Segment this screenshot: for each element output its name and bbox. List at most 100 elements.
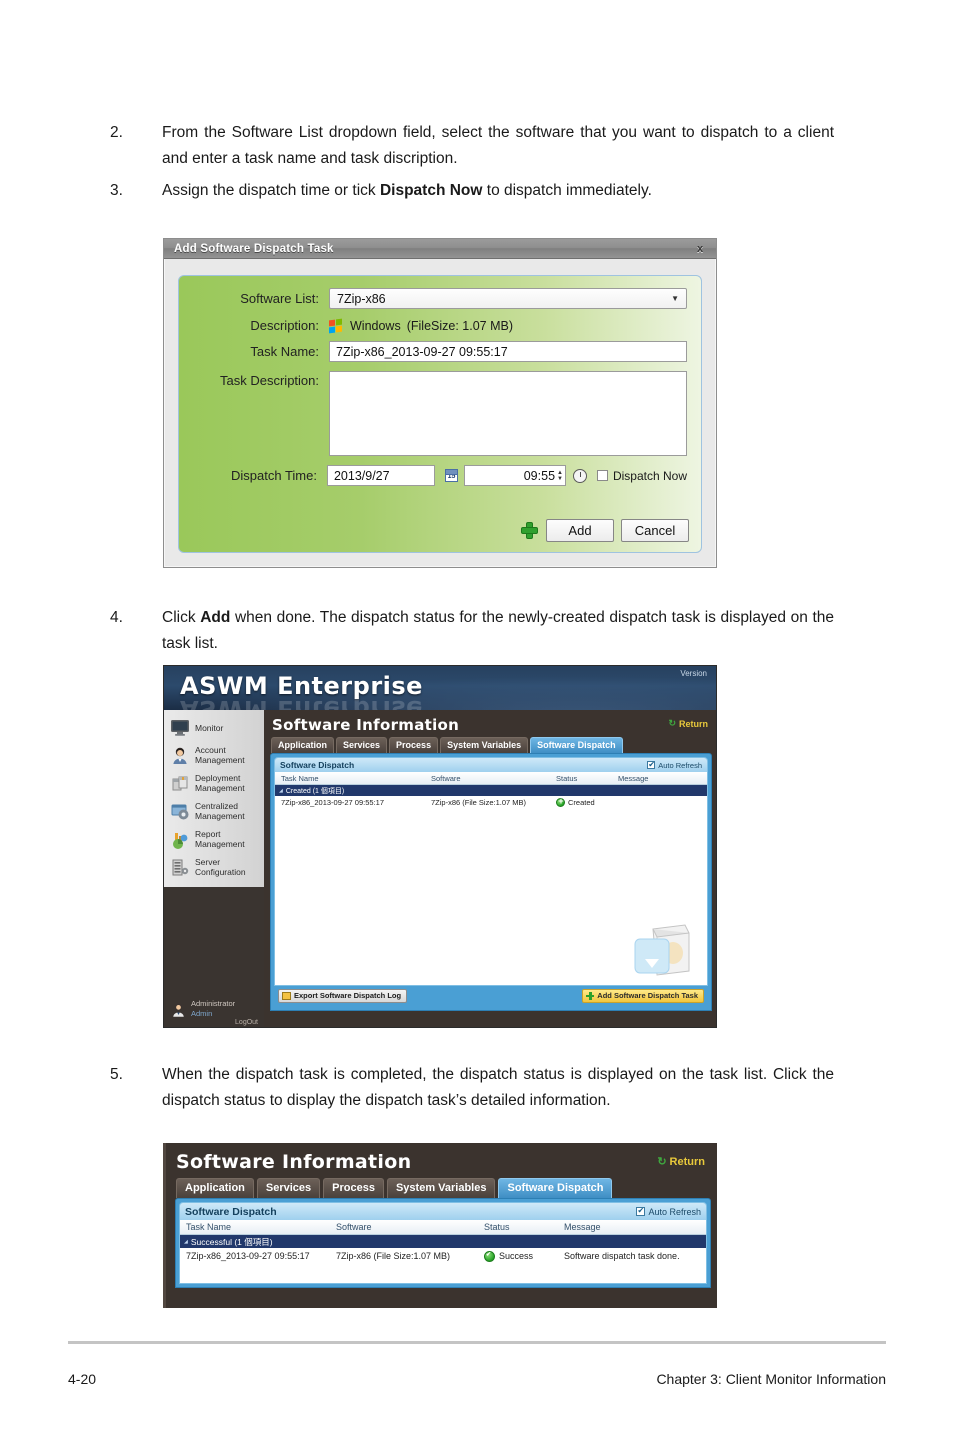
sidebar-item-monitor[interactable]: Monitor [164,714,264,741]
sidebar-item-centralized-management-label: Centralized Management [195,801,245,821]
description-row: Description: Windows (FileSize: 1.07 MB) [193,318,687,333]
panel-header: Software Dispatch Auto Refresh [274,757,708,772]
export-software-dispatch-log-button[interactable]: Export Software Dispatch Log [278,989,408,1003]
created-status-icon [556,796,565,807]
dispatch-time-label: Dispatch Time: [230,468,317,483]
dispatch-now-checkbox[interactable] [596,470,608,481]
step-2-text: From the Software List dropdown field, s… [162,124,834,167]
chevron-down-icon: ◢ [184,1238,188,1245]
monitor-icon [170,718,190,737]
panel-title-2: Software Dispatch [185,1205,277,1218]
dispatch-now-label: Dispatch Now [612,468,687,483]
content-area-2: Software Information ↻ Return Applicatio… [166,1143,717,1308]
cell-status-label: Created [568,798,595,807]
sidebar-item-report-management[interactable]: Report Management [164,825,264,853]
tab-software-dispatch-2[interactable]: Software Dispatch [498,1178,613,1198]
task-name-label: Task Name: [250,344,319,359]
aswm-enterprise-window: ASWM Enterprise ASWM Enterprise Version … [163,665,717,1028]
version-label: Version [680,669,707,678]
return-button[interactable]: ↻ Return [668,718,708,729]
clock-icon[interactable] [572,468,587,483]
software-list-label: Software List: [240,291,319,306]
admin-name: Admin [191,1009,213,1018]
close-icon[interactable]: x [693,242,707,256]
column-task-name: Task Name [281,773,319,783]
tab-system-variables[interactable]: System Variables [440,737,529,753]
tab-services-2[interactable]: Services [256,1178,321,1198]
avatar [170,1001,187,1018]
app-banner: ASWM Enterprise ASWM Enterprise Version [164,666,716,710]
windows-logo-icon [329,318,344,333]
sidebar-item-centralized-management[interactable]: Centralized Management [164,797,264,825]
software-list-value: 7Zip-x86 [337,291,386,306]
tab-software-dispatch[interactable]: Software Dispatch [530,737,623,753]
chevron-down-icon: ◢ [279,787,283,794]
tab-application[interactable]: Application [271,737,334,753]
table-empty-area [275,809,707,985]
group-row[interactable]: ◢ Created (1 個項目) [275,785,707,796]
step-4: 4. Click Add when done. The dispatch sta… [110,605,840,657]
add-button-label: Add Software Dispatch Task [597,991,698,1000]
sidebar-item-account-management[interactable]: Account Management [164,741,264,769]
column-message-2: Message [564,1222,601,1232]
page-title: Software Information [272,716,460,734]
return-button-2[interactable]: ↻ Return [657,1155,705,1169]
admin-role: Administrator [191,999,236,1008]
auto-refresh-checkbox[interactable] [647,760,656,769]
tab-application-2[interactable]: Application [176,1178,254,1198]
auto-refresh-group[interactable]: Auto Refresh [647,760,702,770]
description-label: Description: [250,318,319,333]
task-name-input[interactable]: 7Zip-x86_2013-09-27 09:55:17 [329,341,687,362]
table-row[interactable]: 7Zip-x86_2013-09-27 09:55:17 7Zip-x86 (F… [275,796,707,809]
add-button[interactable]: Add [546,519,614,542]
task-description-label: Task Description: [220,373,319,388]
software-list-select[interactable]: 7Zip-x86 ▼ [329,288,687,309]
table-row-2[interactable]: 7Zip-x86_2013-09-27 09:55:17 7Zip-x86 (F… [180,1248,706,1264]
calendar-icon[interactable]: 15 [444,469,458,482]
tab-process-2[interactable]: Process [323,1178,384,1198]
auto-refresh-group-2[interactable]: Auto Refresh [636,1206,701,1217]
sidebar-nav: Monitor Account Management Deployment Ma… [164,710,264,887]
column-status-2: Status [484,1222,510,1232]
software-dispatch-panel-2: Software Dispatch Auto Refresh Task Name… [175,1198,711,1288]
app-logo-reflection: ASWM Enterprise [180,695,423,710]
task-name-row: Task Name: 7Zip-x86_2013-09-27 09:55:17 [193,341,687,362]
server-icon [170,858,190,877]
page-title-2: Software Information [176,1151,412,1173]
table-header-row-2: Task Name Software Status Message [180,1220,706,1235]
cancel-button[interactable]: Cancel [621,519,689,542]
dispatch-date-input[interactable]: 2013/9/27 [326,465,435,486]
step-3-text: Assign the dispatch time or tick Dispatc… [162,182,652,199]
add-software-dispatch-task-button[interactable]: Add Software Dispatch Task [582,989,704,1003]
cell-software-2: 7Zip-x86 (File Size:1.07 MB) [336,1251,451,1261]
dispatch-time-input[interactable]: 09:55 ▲ ▼ [463,465,566,486]
step-4-number: 4. [110,609,123,626]
dialog-form-panel: Software List: 7Zip-x86 ▼ Description: W… [178,275,702,553]
software-dispatch-panel: Software Dispatch Auto Refresh Task Name… [270,753,712,1011]
group-row-2[interactable]: ◢ Successful (1 個項目) [180,1235,706,1248]
group-row-label-2: Successful (1 個項目) [190,1236,273,1247]
dispatch-table-2: Task Name Software Status Message ◢ Succ… [179,1220,707,1284]
table-header-row: Task Name Software Status Message [275,772,707,785]
tab-bar: Application Services Process System Vari… [264,737,716,753]
return-label-2: Return [669,1155,705,1168]
add-software-dispatch-task-dialog: Add Software Dispatch Task x Software Li… [163,238,717,568]
tab-system-variables-2[interactable]: System Variables [386,1178,496,1198]
sidebar-item-server-configuration[interactable]: Server Configuration [164,853,264,881]
description-value: Windows (FileSize: 1.07 MB) [329,318,687,333]
refresh-icon: ↻ [657,1156,667,1168]
task-description-textarea[interactable] [329,371,687,456]
logout-link[interactable]: LogOut [170,1019,258,1026]
tab-services[interactable]: Services [336,737,388,753]
cell-status[interactable]: Created [550,796,612,807]
cell-status-2[interactable]: Success [478,1250,558,1262]
time-stepper[interactable]: ▲ ▼ [557,470,563,482]
column-task-name-2: Task Name [186,1222,232,1232]
tab-process[interactable]: Process [389,737,439,753]
sidebar-item-deployment-management[interactable]: Deployment Management [164,769,264,797]
user-icon [170,746,190,765]
auto-refresh-checkbox-2[interactable] [636,1206,646,1216]
description-os: Windows [350,318,401,333]
footer-divider [68,1341,886,1344]
cell-task-name-2: 7Zip-x86_2013-09-27 09:55:17 [186,1251,310,1261]
